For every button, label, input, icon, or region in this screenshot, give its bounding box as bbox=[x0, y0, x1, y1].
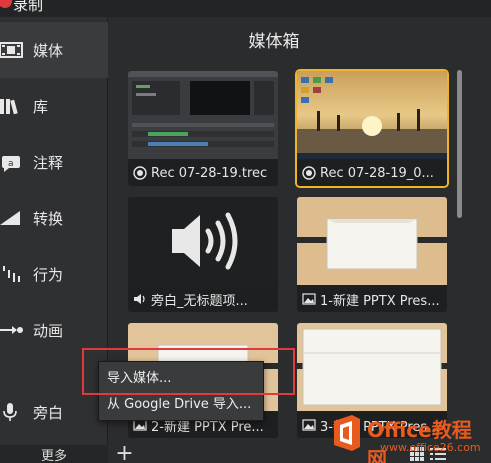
behavior-icon bbox=[3, 266, 20, 282]
menu-item-import-google-drive[interactable]: 从 Google Drive 导入... bbox=[107, 394, 251, 416]
office-logo-icon bbox=[334, 415, 360, 451]
sidebar-item-library[interactable]: 库 bbox=[0, 78, 108, 134]
sidebar-item-transitions[interactable]: 转换 bbox=[0, 190, 108, 246]
svg-text:a: a bbox=[8, 159, 14, 169]
film-strip-icon bbox=[0, 42, 23, 58]
top-bar: 录制 bbox=[0, 0, 491, 17]
more-button[interactable]: 更多 bbox=[0, 445, 108, 463]
recording-icon bbox=[302, 166, 316, 180]
media-item[interactable]: 旁白_无标题项... bbox=[128, 197, 278, 312]
media-item-name: 1-新建 PPTX Pres... bbox=[320, 293, 440, 309]
camtasia-window: 录制 媒体 库 a 注释 转换 行为 动画 旁白 更多 媒体箱 Rec 07-2… bbox=[0, 0, 491, 463]
media-item-caption: Rec 07-28-19.trec bbox=[128, 160, 278, 186]
media-item-caption: 旁白_无标题项... bbox=[128, 286, 278, 312]
sidebar-item-label: 动画 bbox=[33, 322, 64, 340]
sidebar-item-annotations[interactable]: a 注释 bbox=[0, 134, 108, 190]
image-icon bbox=[302, 293, 316, 305]
record-dot-icon[interactable] bbox=[0, 0, 12, 8]
highlight-box bbox=[82, 348, 295, 395]
watermark-url: www.office26.com bbox=[380, 441, 481, 454]
image-icon bbox=[302, 419, 316, 431]
media-item-name: 旁白_无标题项... bbox=[151, 293, 248, 309]
sidebar-item-label: 转换 bbox=[33, 210, 64, 228]
recording-thumbnail bbox=[128, 71, 278, 159]
media-item-name: Rec 07-28-19.trec bbox=[151, 165, 268, 181]
sidebar-item-label: 行为 bbox=[33, 266, 64, 284]
sidebar-item-label: 注释 bbox=[33, 154, 64, 172]
sidebar-item-label: 库 bbox=[33, 98, 49, 116]
sidebar-item-behaviors[interactable]: 行为 bbox=[0, 246, 108, 302]
sidebar-item-media[interactable]: 媒体 bbox=[0, 22, 108, 78]
panel-title: 媒体箱 bbox=[248, 32, 300, 52]
tools-sidebar: 媒体 库 a 注释 转换 行为 动画 旁白 更多 bbox=[0, 17, 108, 463]
media-item[interactable]: Rec 07-28-19_0... bbox=[297, 71, 447, 186]
sidebar-item-label: 旁白 bbox=[33, 404, 64, 422]
audio-thumbnail bbox=[128, 197, 278, 285]
media-item-caption: Rec 07-28-19_0... bbox=[297, 160, 447, 186]
library-books-icon bbox=[0, 99, 18, 115]
recording-icon bbox=[133, 166, 147, 180]
recording-thumbnail bbox=[297, 71, 447, 159]
scrollbar-thumb[interactable] bbox=[457, 70, 462, 218]
slide-thumbnail bbox=[297, 197, 447, 285]
annotation-callout-icon: a bbox=[2, 156, 20, 172]
animation-arrow-icon bbox=[0, 326, 23, 334]
watermark-brand: Office教程网 bbox=[367, 418, 472, 463]
record-button-label[interactable]: 录制 bbox=[13, 0, 43, 15]
media-item[interactable]: 1-新建 PPTX Pres... bbox=[297, 197, 447, 312]
add-media-button[interactable]: + bbox=[112, 443, 137, 463]
microphone-icon bbox=[3, 403, 17, 421]
media-item-caption: 1-新建 PPTX Pres... bbox=[297, 286, 447, 312]
slide-thumbnail bbox=[297, 323, 447, 411]
speaker-icon bbox=[134, 294, 145, 304]
transition-icon bbox=[0, 211, 20, 225]
media-item-name: Rec 07-28-19_0... bbox=[320, 165, 434, 181]
sidebar-item-label: 媒体 bbox=[33, 42, 64, 60]
media-item[interactable]: Rec 07-28-19.trec bbox=[128, 71, 278, 186]
